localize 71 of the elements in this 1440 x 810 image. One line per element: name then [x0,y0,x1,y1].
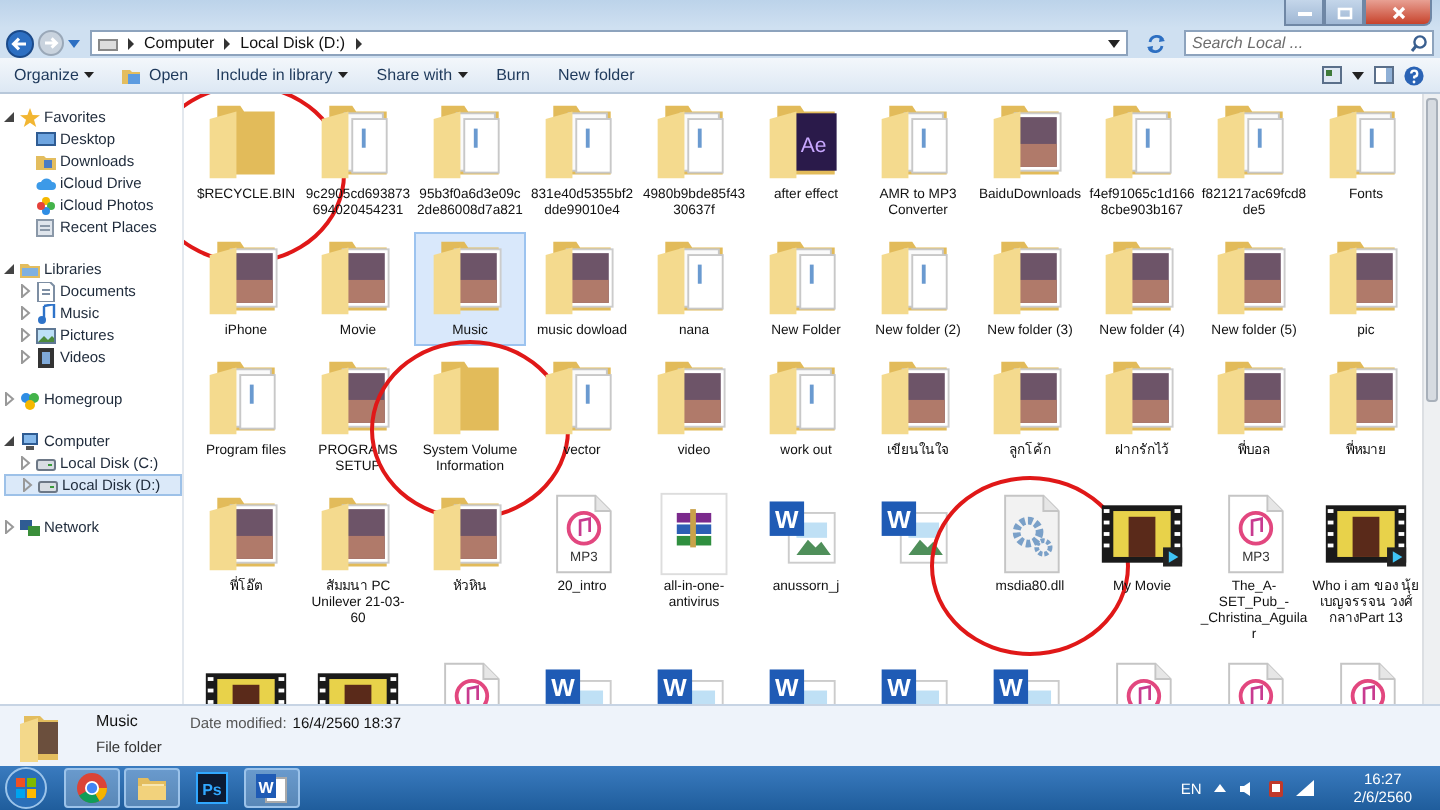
cloud-icon [36,173,56,193]
computer-icon [20,431,40,451]
taskbar-button[interactable] [124,768,180,808]
collapsed-arrow-icon[interactable] [4,392,16,406]
address-bar[interactable]: Computer Local Disk (D:) [90,30,1128,57]
expanded-arrow-icon[interactable] [4,110,16,124]
view-icon[interactable] [1322,66,1342,85]
taskbar-button[interactable]: Ps [184,768,240,808]
show-hidden-icons-icon[interactable] [1213,784,1226,792]
dropdown-icon [458,72,469,79]
search-icon [1410,34,1428,53]
recent-places-icon [36,217,56,237]
collapsed-arrow-icon[interactable] [4,520,16,534]
network-signal-icon[interactable] [1295,780,1314,796]
expanded-arrow-icon[interactable] [4,262,16,276]
minimize-icon [1295,6,1313,18]
chrome-icon [76,772,108,804]
close-icon [1389,5,1407,19]
toolbar-button[interactable]: New folder [552,64,641,87]
open-folder-icon [122,67,143,84]
star-icon [20,107,40,127]
drive-icon [98,35,118,52]
breadcrumb-link[interactable]: Local Disk (D:) [240,34,346,53]
tray-app-icon[interactable] [1267,779,1284,797]
toolbar-button[interactable]: Share with [370,64,475,87]
dropdown-icon[interactable] [1352,71,1364,80]
maximize-button[interactable] [1324,0,1364,26]
drive-icon [36,453,56,473]
document-icon [36,281,56,301]
chevron-icon[interactable] [222,37,233,50]
scrollbar[interactable] [1422,94,1440,704]
toolbar-button[interactable]: Burn [490,64,536,87]
dropdown-icon[interactable] [1108,39,1120,48]
toolbar-button[interactable]: Include in library [210,64,355,87]
picture-icon [36,325,56,345]
expanded-arrow-icon[interactable] [4,434,16,448]
help-icon[interactable] [1404,65,1424,86]
toolbar-button[interactable]: Organize [8,64,101,87]
dropdown-icon [338,72,349,79]
folder-icon [136,772,168,804]
close-button[interactable] [1364,0,1432,26]
file-item[interactable]: W [862,488,974,650]
film-icon [36,347,56,367]
search-field[interactable]: Search Local ... [1184,30,1434,57]
homegroup-icon [20,389,40,409]
breadcrumb-link[interactable]: Computer [144,34,215,53]
maximize-icon [1335,5,1353,19]
start-button[interactable] [4,766,48,810]
folder-thumbnail-icon [16,712,64,764]
network-icon [20,517,40,537]
dropdown-icon [84,72,95,79]
folder-icon [36,151,56,171]
speaker-icon[interactable] [1237,779,1256,797]
drive-icon [38,475,58,495]
toolbar-button[interactable]: Open [116,64,195,87]
history-dropdown-icon[interactable] [68,39,80,48]
item-name: Music [96,712,140,730]
preview-pane-icon[interactable] [1374,66,1394,85]
chevron-icon[interactable] [126,37,136,50]
music-note-icon [36,303,56,323]
scrollbar-thumb[interactable] [1426,98,1438,402]
chevron-icon[interactable] [353,37,364,50]
library-icon [20,259,40,279]
flower-icon [36,195,56,215]
photoshop-icon: Ps [196,772,228,804]
minimize-button[interactable] [1284,0,1324,26]
refresh-icon[interactable] [1144,31,1168,56]
back-button[interactable] [6,29,34,58]
desktop-icon [36,129,56,149]
taskbar-button[interactable] [64,768,120,808]
taskbar-button[interactable]: W [244,768,300,808]
